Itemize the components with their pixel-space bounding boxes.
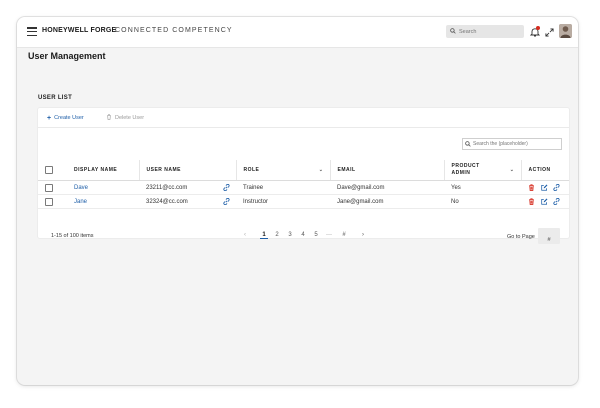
role-cell: Trainee — [236, 180, 330, 195]
column-header-email[interactable]: EMAIL — [329, 160, 444, 181]
expand-icon — [545, 28, 554, 37]
table-search-input[interactable] — [473, 139, 559, 149]
role-cell: Instructor — [236, 194, 330, 209]
go-to-page-label: Go to Page — [507, 234, 535, 240]
table-header-row: DISPLAY NAME USER NAME ROLE ⌄ EMAIL PRODU… — [38, 160, 569, 181]
page-1[interactable]: 1 — [260, 232, 268, 239]
hamburger-icon[interactable] — [27, 27, 37, 37]
column-header-user-name[interactable]: USER NAME — [138, 160, 236, 181]
go-to-page-field[interactable] — [538, 228, 560, 248]
product-admin-cell: No — [444, 194, 521, 209]
display-name-cell: Dave — [67, 180, 139, 195]
user-name-text: 23211@cc.com — [146, 184, 188, 191]
chevron-right-icon[interactable]: › — [359, 232, 367, 238]
row-checkbox-cell — [38, 180, 67, 195]
email-cell: Jane@gmail.com — [330, 194, 444, 209]
items-count: 1-15 of 100 items — [51, 233, 94, 239]
link-icon[interactable] — [553, 197, 560, 205]
plus-icon: + — [47, 115, 52, 122]
display-name-link[interactable]: Jane — [74, 199, 87, 205]
global-search-input[interactable] — [459, 26, 519, 37]
top-navigation-bar: HONEYWELL FORGE CONNECTED COMPETENCY — [17, 17, 578, 48]
delete-user-label: Delete User — [115, 115, 145, 121]
user-list-card: +Create User Delete User DISPLAY NAME US… — [38, 108, 569, 248]
notification-badge — [536, 26, 540, 30]
trash-icon[interactable] — [528, 198, 535, 205]
go-to-page-input[interactable] — [538, 232, 560, 248]
user-name-text: 32324@cc.com — [146, 198, 188, 205]
column-header-role[interactable]: ROLE ⌄ — [235, 160, 330, 181]
email-cell: Dave@gmail.com — [330, 180, 444, 195]
edit-icon[interactable] — [540, 184, 548, 191]
trash-icon[interactable] — [528, 184, 535, 191]
chevron-down-icon[interactable]: ⌄ — [319, 167, 324, 173]
page-title: User Management — [28, 51, 106, 61]
trash-icon — [107, 114, 111, 120]
table-row[interactable]: Jane 32324@cc.com Instructor Jane@gmail.… — [38, 194, 569, 209]
global-search[interactable] — [446, 25, 524, 38]
column-header-product-admin[interactable]: PRODUCT ADMIN ⌄ — [443, 160, 521, 181]
edit-icon[interactable] — [540, 198, 548, 205]
product-admin-cell: Yes — [444, 180, 521, 195]
display-name-link[interactable]: Dave — [74, 185, 88, 191]
page-ellipsis[interactable]: ··· — [325, 232, 333, 238]
link-icon[interactable] — [553, 183, 560, 191]
chevron-left-icon[interactable]: ‹ — [241, 232, 249, 238]
avatar[interactable] — [559, 24, 572, 38]
delete-user-button[interactable]: Delete User — [106, 114, 144, 121]
section-title: USER LIST — [38, 95, 73, 101]
select-all-checkbox[interactable] — [45, 166, 53, 174]
chevron-down-icon[interactable]: ⌄ — [510, 167, 515, 173]
search-icon — [465, 141, 471, 147]
column-header-action: ACTION — [520, 160, 569, 181]
page-4[interactable]: 4 — [299, 232, 307, 238]
notifications-button[interactable] — [530, 26, 542, 38]
user-table: DISPLAY NAME USER NAME ROLE ⌄ EMAIL PRODU… — [38, 160, 569, 209]
expand-button[interactable] — [544, 26, 556, 38]
product-name: CONNECTED COMPETENCY — [115, 27, 233, 34]
display-name-cell: Jane — [67, 194, 139, 209]
avatar-image — [559, 24, 572, 38]
table-search[interactable] — [462, 138, 562, 150]
row-checkbox[interactable] — [45, 197, 53, 206]
column-header-role-label: ROLE — [243, 167, 260, 173]
copy-icon[interactable] — [223, 198, 230, 205]
column-header-display-name[interactable]: DISPLAY NAME — [67, 160, 139, 181]
app-window: HONEYWELL FORGE CONNECTED COMPETENCY Use… — [17, 17, 578, 385]
page-2[interactable]: 2 — [273, 232, 281, 238]
select-all-cell — [38, 160, 67, 181]
brand-logo: HONEYWELL FORGE — [42, 27, 117, 34]
create-user-label: Create User — [54, 115, 84, 121]
user-name-cell: 32324@cc.com — [139, 194, 236, 209]
table-row[interactable]: Dave 23211@cc.com Trainee Dave@gmail.com… — [38, 180, 569, 195]
copy-icon[interactable] — [223, 184, 230, 191]
page-3[interactable]: 3 — [286, 232, 294, 238]
search-icon — [450, 28, 456, 34]
page-number-placeholder[interactable]: # — [340, 232, 348, 238]
row-checkbox-cell — [38, 194, 67, 209]
card-toolbar: + Create User Delete User — [38, 108, 569, 128]
page-5[interactable]: 5 — [312, 232, 320, 238]
create-user-button[interactable]: + Create User — [47, 114, 84, 122]
user-name-cell: 23211@cc.com — [139, 180, 236, 195]
action-cell — [521, 194, 569, 209]
action-cell — [521, 180, 569, 195]
row-checkbox[interactable] — [45, 183, 53, 192]
